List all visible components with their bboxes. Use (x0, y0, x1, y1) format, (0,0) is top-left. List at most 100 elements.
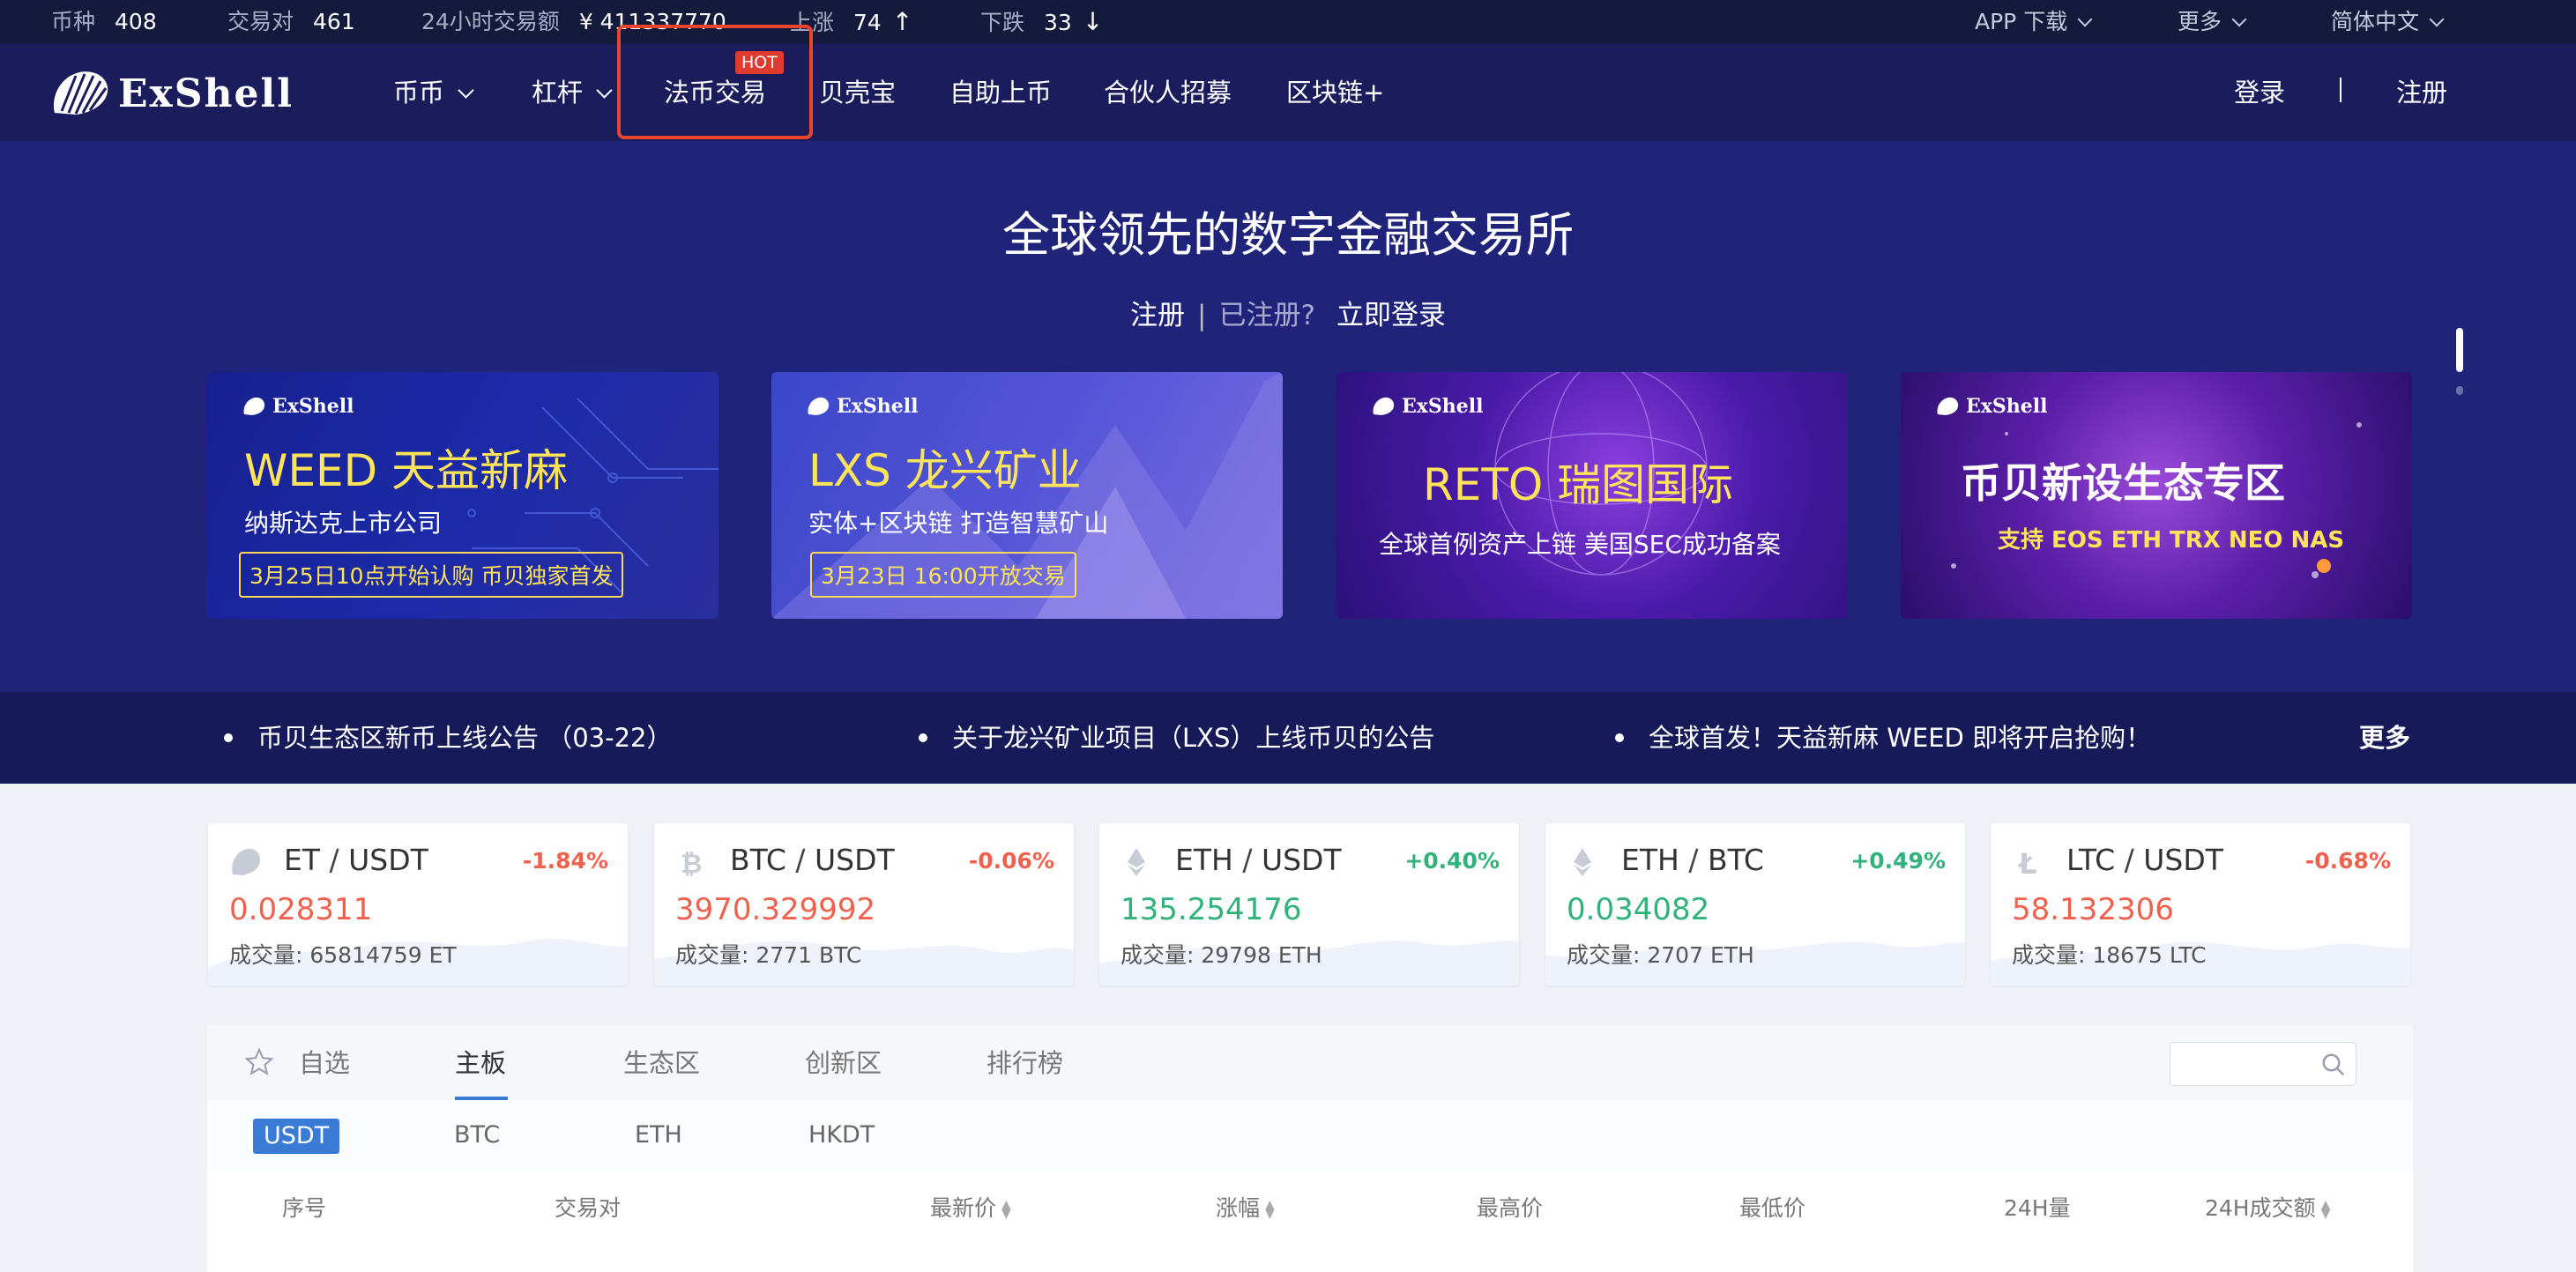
sort-icon: ▲ ▼ (1001, 1198, 1011, 1221)
nav-self-listing[interactable]: 自助上币 (949, 44, 1052, 141)
pair-name: ET / USDT (284, 843, 428, 877)
ticker-card-ltc-usdt[interactable]: Ł LTC / USDT -0.68% 58.132306 成交量: 18675… (1991, 823, 2410, 986)
market-panel: 自选 主板 生态区 创新区 排行榜 USDT BTC ETH HKDT 序号 交… (207, 1024, 2413, 1272)
quote-currency-tabs: USDT BTC ETH HKDT (207, 1100, 2413, 1171)
stat-pairs: 交易对 461 (227, 9, 355, 34)
stat-coins: 币种 408 (51, 9, 157, 34)
chevron-down-icon (2231, 11, 2247, 27)
tab-eco-zone[interactable]: 生态区 (623, 1024, 700, 1100)
stats-bar: 币种 408 交易对 461 24小时交易额 ¥ 411337770 上涨 74 ↑ 下跌… (0, 0, 2576, 44)
column-24h-volume: 24H量 (2004, 1195, 2071, 1221)
chevron-down-icon (2429, 11, 2445, 27)
hero-section: 全球领先的数字金融交易所 注册 | 已注册? 立即登录 ExShell WEED 天益… (0, 141, 2576, 692)
pair-name: ETH / USDT (1175, 843, 1342, 877)
subtab-hkdt[interactable]: HKDT (808, 1100, 875, 1171)
exshell-icon (232, 848, 261, 875)
search-icon[interactable] (2320, 1052, 2347, 1078)
sort-icon: ▲ ▼ (2320, 1198, 2331, 1221)
tab-main-board[interactable]: 主板 (455, 1024, 506, 1100)
hero-register-link[interactable]: 注册 (1130, 300, 1185, 331)
last-price: 58.132306 (2012, 892, 2174, 927)
ticker-card-eth-usdt[interactable]: ETH / USDT +0.40% 135.254176 成交量: 29798 … (1099, 823, 1519, 986)
subtab-btc[interactable]: BTC (454, 1100, 500, 1171)
tab-ranking[interactable]: 排行榜 (986, 1024, 1063, 1100)
subtab-eth[interactable]: ETH (635, 1100, 682, 1171)
shell-logo-icon (243, 397, 265, 415)
column-change[interactable]: 涨幅 ▲ ▼ (1216, 1171, 1275, 1246)
banner-logo: ExShell (807, 395, 918, 418)
ticker-card-btc-usdt[interactable]: ₿ BTC / USDT -0.06% 3970.329992 成交量: 277… (654, 823, 1074, 986)
carousel-indicator[interactable] (2456, 386, 2463, 395)
app-download-menu[interactable]: APP 下载 (1975, 0, 2093, 44)
shell-logo-icon (1373, 397, 1395, 415)
column-index: 序号 (282, 1195, 327, 1221)
change-percent: -0.68% (2304, 848, 2391, 874)
hero-title: 全球领先的数字金融交易所 (1002, 207, 1574, 263)
column-24h-turnover[interactable]: 24H成交额 ▲ ▼ (2205, 1171, 2330, 1246)
bitcoin-icon: ₿ (681, 849, 702, 878)
market-tabs: 自选 主板 生态区 创新区 排行榜 (207, 1024, 2413, 1100)
banner-weed[interactable]: ExShell WEED 天益新麻 纳斯达克上市公司 3月25日10点开始认购 … (207, 372, 718, 619)
nav-divider (2340, 78, 2341, 102)
change-percent: +0.40% (1404, 848, 1500, 874)
search-input[interactable] (2170, 1042, 2356, 1086)
hero-login-link[interactable]: 立即登录 (1336, 300, 1446, 331)
announcement-item[interactable]: 关于龙兴矿业项目（LXS）上线币贝的公告 (919, 692, 1434, 784)
column-last-price[interactable]: 最新价 ▲ ▼ (930, 1171, 1011, 1246)
star-icon[interactable] (244, 1047, 274, 1077)
last-price: 3970.329992 (675, 892, 876, 927)
last-price: 0.034082 (1567, 892, 1710, 927)
banner-logo: ExShell (1936, 395, 2047, 418)
hero-auth-links: 注册 | 已注册? 立即登录 (1130, 300, 1446, 331)
banner-reto[interactable]: ExShell RETO 瑞图国际 全球首例资产上链 美国SEC成功备案 (1336, 372, 1848, 619)
subtab-usdt[interactable]: USDT (253, 1119, 340, 1154)
announcement-item[interactable]: 全球首发！天益新麻 WEED 即将开启抢购！ (1615, 692, 2151, 784)
banner-lxs[interactable]: ExShell LXS 龙兴矿业 实体+区块链 打造智慧矿山 3月23日 16:… (771, 372, 1283, 619)
chevron-down-icon (596, 82, 613, 99)
login-button[interactable]: 登录 (2234, 44, 2285, 141)
ethereum-icon (1574, 848, 1591, 876)
chevron-down-icon (458, 82, 474, 99)
register-button[interactable]: 注册 (2396, 44, 2447, 141)
ticker-card-et-usdt[interactable]: ET / USDT -1.84% 0.028311 成交量: 65814759 … (208, 823, 628, 986)
ethereum-icon (1128, 848, 1145, 876)
svg-text:Ł: Ł (2017, 847, 2037, 878)
pair-name: BTC / USDT (730, 843, 895, 877)
change-percent: +0.49% (1850, 848, 1946, 874)
litecoin-icon: Ł (2017, 847, 2037, 878)
tab-favorites[interactable]: 自选 (299, 1024, 350, 1100)
last-price: 135.254176 (1120, 892, 1302, 927)
volume: 成交量: 29798 ETH (1120, 942, 1322, 968)
language-menu[interactable]: 简体中文 (2331, 0, 2445, 44)
volume: 成交量: 2771 BTC (675, 942, 862, 968)
arrow-up-icon: ↑ (891, 7, 913, 36)
announcements-more-link[interactable]: 更多 (2359, 692, 2410, 784)
tab-innovation-zone[interactable]: 创新区 (805, 1024, 882, 1100)
carousel-indicator-active[interactable] (2456, 328, 2463, 372)
nav-blockchain-plus[interactable]: 区块链+ (1286, 44, 1384, 141)
logo[interactable]: ExShell (49, 69, 294, 118)
nav-shell-treasure[interactable]: 贝壳宝 (819, 44, 896, 141)
highlight-box (617, 25, 813, 139)
shell-logo-icon (54, 71, 108, 115)
nav-spot[interactable]: 币币 (393, 44, 474, 141)
hot-badge: HOT (735, 51, 784, 74)
more-menu[interactable]: 更多 (2178, 0, 2247, 44)
pair-name: LTC / USDT (2066, 843, 2223, 877)
svg-text:₿: ₿ (681, 849, 702, 878)
nav-margin[interactable]: 杠杆 (532, 44, 613, 141)
announcement-bar: 币贝生态区新币上线公告 （03-22） 关于龙兴矿业项目（LXS）上线币贝的公告… (0, 692, 2576, 784)
nav-partner-recruit[interactable]: 合伙人招募 (1104, 44, 1232, 141)
last-price: 0.028311 (229, 892, 373, 927)
ticker-card-eth-btc[interactable]: ETH / BTC +0.49% 0.034082 成交量: 2707 ETH (1545, 823, 1965, 986)
market-table-header: 序号 交易对 最新价 ▲ ▼ 涨幅 ▲ ▼ 最高价 最低价 24H量 24H成交额 ▲ ▼ (207, 1171, 2413, 1246)
banner-ecozone[interactable]: ExShell 币贝新设生态专区 支持 EOS ETH TRX NEO NAS (1901, 372, 2412, 619)
bullet-icon (919, 733, 927, 742)
change-percent: -1.84% (522, 848, 608, 874)
volume: 成交量: 18675 LTC (2012, 942, 2207, 968)
announcement-item[interactable]: 币贝生态区新币上线公告 （03-22） (224, 692, 673, 784)
shell-logo-icon (808, 397, 830, 415)
bullet-icon (1615, 733, 1624, 742)
sort-icon: ▲ ▼ (1265, 1198, 1275, 1221)
chevron-down-icon (2077, 11, 2093, 27)
